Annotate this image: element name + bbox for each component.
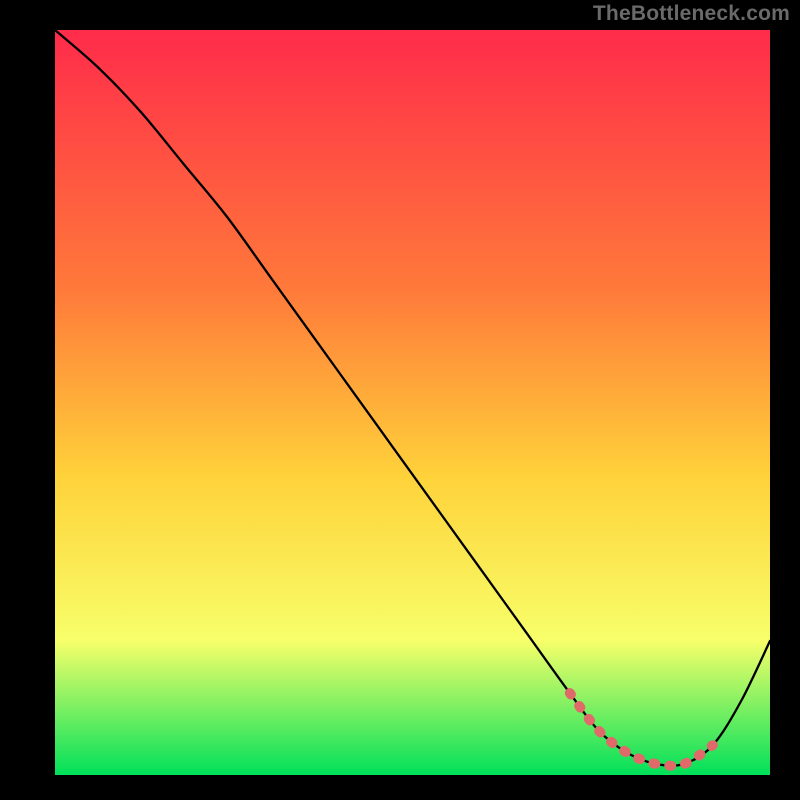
plot-background [55,30,770,775]
plot-svg [0,0,800,800]
watermark-text: TheBottleneck.com [593,2,790,26]
chart-root: TheBottleneck.com [0,0,800,800]
